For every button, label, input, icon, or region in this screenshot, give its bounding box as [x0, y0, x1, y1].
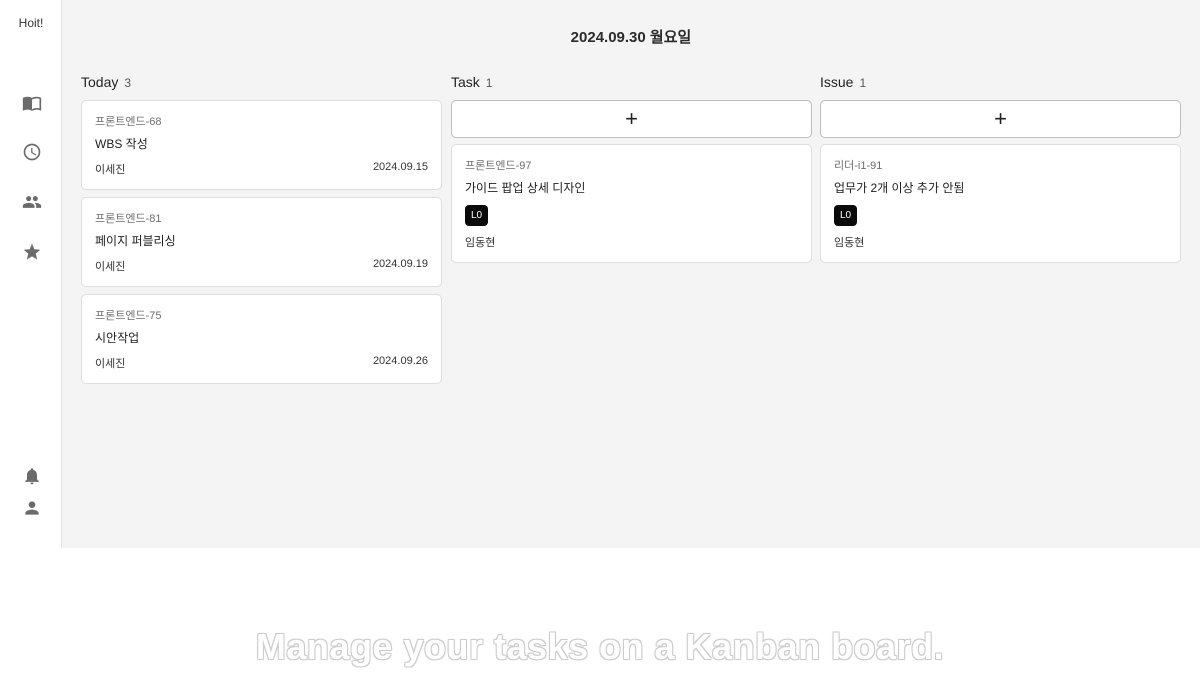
card-title: 가이드 팝업 상세 디자인	[465, 181, 586, 195]
promo-caption: Manage your tasks on a Kanban board.	[255, 626, 945, 667]
card-assignee: 이세진	[95, 261, 126, 273]
person-icon[interactable]	[21, 497, 43, 519]
add-task-button[interactable]: +	[451, 100, 812, 138]
page-title: 2024.09.30 월요일	[570, 29, 692, 46]
card-title: 페이지 퍼블리싱	[95, 234, 176, 248]
card-assignee: 임동현	[465, 237, 496, 249]
card-assignee: 이세진	[95, 164, 126, 176]
bell-icon[interactable]	[21, 465, 43, 487]
card-assignee: 임동현	[834, 237, 865, 249]
card-assignee: 이세진	[95, 358, 126, 370]
people-icon[interactable]	[21, 191, 43, 213]
card-key: 프론트엔드-81	[95, 213, 162, 225]
column-issue: Issue 1 + 리더-i1-91 업무가 2개 이상 추가 안됨 L0 임동…	[820, 74, 1181, 270]
task-card[interactable]: 프론트엔드-68 WBS 작성 이세진 2024.09.15	[81, 100, 442, 190]
card-title: 업무가 2개 이상 추가 안됨	[834, 181, 965, 195]
card-footer: 이세진 2024.09.15	[95, 161, 428, 177]
card-key: 리더-i1-91	[834, 160, 883, 172]
card-key: 프론트엔드-75	[95, 310, 162, 322]
task-card[interactable]: 프론트엔드-81 페이지 퍼블리싱 이세진 2024.09.19	[81, 197, 442, 287]
column-task: Task 1 + 프론트엔드-97 가이드 팝업 상세 디자인 L0 임동현	[451, 74, 812, 270]
level-badge: L0	[834, 205, 858, 226]
card-key: 프론트엔드-97	[465, 160, 532, 172]
column-count: 1	[485, 76, 493, 90]
app-logo[interactable]: Hoit!	[0, 16, 62, 30]
card-footer: 이세진 2024.09.26	[95, 355, 428, 371]
star-icon[interactable]	[21, 241, 43, 263]
level-badge: L0	[465, 205, 489, 226]
column-title: Today	[81, 74, 119, 90]
column-title: Issue	[820, 74, 854, 90]
card-footer: 이세진 2024.09.19	[95, 258, 428, 274]
card-date: 2024.09.26	[372, 355, 428, 367]
card-title: WBS 작성	[95, 137, 148, 151]
card-title: 시안작업	[95, 331, 140, 345]
column-count: 3	[124, 76, 132, 90]
kanban-board: 2024.09.30 월요일 Today 3 프론트엔드-68 WBS 작성 이…	[62, 0, 1200, 548]
task-card[interactable]: 프론트엔드-97 가이드 팝업 상세 디자인 L0 임동현	[451, 144, 812, 263]
column-header: Today 3	[81, 74, 442, 92]
column-title: Task	[451, 74, 480, 90]
book-open-icon[interactable]	[21, 92, 43, 114]
issue-card[interactable]: 리더-i1-91 업무가 2개 이상 추가 안됨 L0 임동현	[820, 144, 1181, 263]
clock-icon[interactable]	[21, 141, 43, 163]
card-date: 2024.09.19	[372, 258, 428, 270]
task-card[interactable]: 프론트엔드-75 시안작업 이세진 2024.09.26	[81, 294, 442, 384]
column-header: Issue 1	[820, 74, 1181, 92]
card-date: 2024.09.15	[372, 161, 428, 173]
column-today: Today 3 프론트엔드-68 WBS 작성 이세진 2024.09.15 프…	[81, 74, 442, 391]
app-window: Hoit! 2024.09.30 월요일 Today 3 프론트엔드-68 WB…	[0, 0, 1200, 548]
column-header: Task 1	[451, 74, 812, 92]
card-key: 프론트엔드-68	[95, 116, 162, 128]
add-issue-button[interactable]: +	[820, 100, 1181, 138]
sidebar: Hoit!	[0, 0, 62, 548]
column-count: 1	[859, 76, 867, 90]
